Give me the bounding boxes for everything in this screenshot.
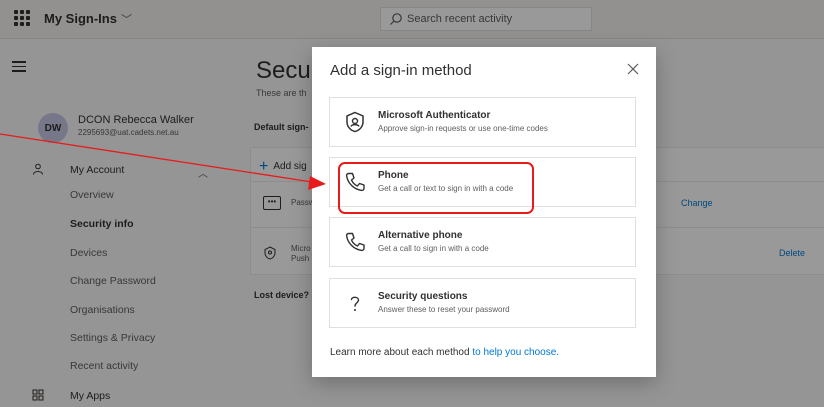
annotation-arrow <box>0 133 326 190</box>
